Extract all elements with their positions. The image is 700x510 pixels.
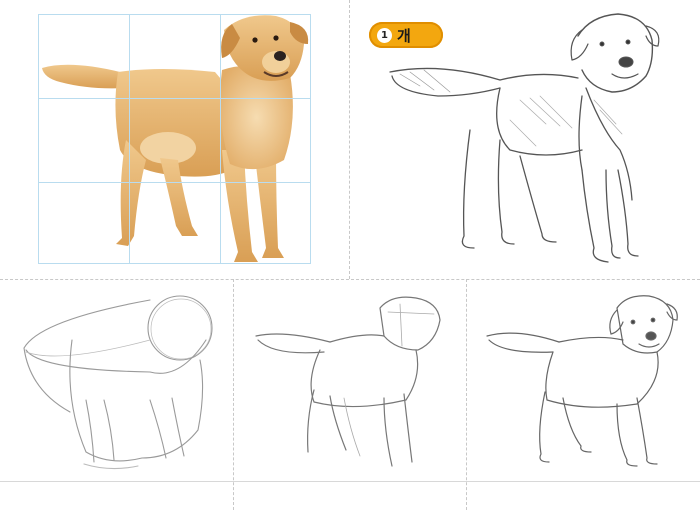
divider-bottom-baseline [0,481,700,482]
dog-outline-sketch-icon [255,296,441,467]
step-2-outline-panel [234,280,466,481]
step-1-shapes-panel [0,280,233,481]
reference-photo-panel [0,0,349,279]
step-title: 개 [397,26,412,45]
step-badge: 1 개 [369,22,443,48]
dog-detailed-sketch-icon [486,295,678,467]
finished-sketch-panel: 1 개 [350,0,700,279]
step-3-details-panel [467,280,700,481]
step-number: 1 [377,27,392,43]
dog-construction-sketch-icon [23,295,213,470]
reference-grid [38,14,311,264]
